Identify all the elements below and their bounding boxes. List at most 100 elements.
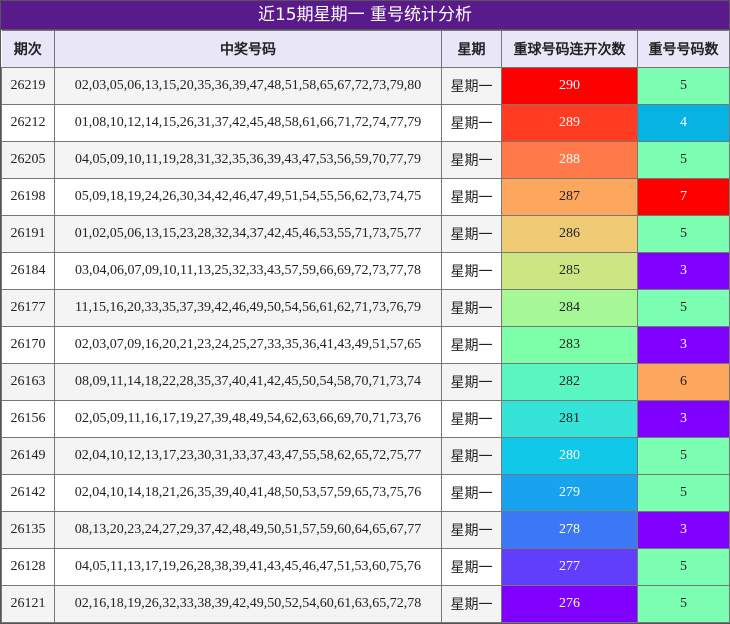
consecutive-count-cell: 278 <box>501 511 638 549</box>
repeat-count-cell: 5 <box>637 289 730 327</box>
consecutive-count-cell: 288 <box>501 141 638 179</box>
table-row: 26142 02,04,10,14,18,21,26,35,39,40,41,48… <box>1 474 730 512</box>
period-cell: 26128 <box>1 548 55 586</box>
winning-numbers-cell: 11,15,16,20,33,35,37,39,42,46,49,50,54,5… <box>54 289 442 327</box>
winning-numbers-cell: 02,03,05,06,13,15,20,35,36,39,47,48,51,5… <box>54 67 442 105</box>
weekday-cell: 星期一 <box>441 326 502 364</box>
weekday-cell: 星期一 <box>441 437 502 475</box>
weekday-cell: 星期一 <box>441 511 502 549</box>
weekday-cell: 星期一 <box>441 400 502 438</box>
consecutive-count-cell: 276 <box>501 585 638 623</box>
period-cell: 26156 <box>1 400 55 438</box>
consecutive-count-cell: 285 <box>501 252 638 290</box>
period-cell: 26163 <box>1 363 55 401</box>
header-consecutive: 重球号码连开次数 <box>501 30 638 68</box>
table-row: 26177 11,15,16,20,33,35,37,39,42,46,49,50… <box>1 289 730 327</box>
table-row: 26184 03,04,06,07,09,10,11,13,25,32,33,43… <box>1 252 730 290</box>
consecutive-count-cell: 283 <box>501 326 638 364</box>
consecutive-count-cell: 284 <box>501 289 638 327</box>
weekday-cell: 星期一 <box>441 363 502 401</box>
winning-numbers-cell: 02,16,18,19,26,32,33,38,39,42,49,50,52,5… <box>54 585 442 623</box>
header-repeat-count: 重号号码数 <box>637 30 730 68</box>
winning-numbers-cell: 02,04,10,12,13,17,23,30,31,33,37,43,47,5… <box>54 437 442 475</box>
table-row: 26198 05,09,18,19,24,26,30,34,42,46,47,49… <box>1 178 730 216</box>
table-row: 26205 04,05,09,10,11,19,28,31,32,35,36,39… <box>1 141 730 179</box>
repeat-count-cell: 5 <box>637 141 730 179</box>
period-cell: 26205 <box>1 141 55 179</box>
period-cell: 26191 <box>1 215 55 253</box>
consecutive-count-cell: 287 <box>501 178 638 216</box>
weekday-cell: 星期一 <box>441 104 502 142</box>
table-row: 26170 02,03,07,09,16,20,21,23,24,25,27,33… <box>1 326 730 364</box>
winning-numbers-cell: 05,09,18,19,24,26,30,34,42,46,47,49,51,5… <box>54 178 442 216</box>
repeat-count-cell: 3 <box>637 252 730 290</box>
winning-numbers-cell: 03,04,06,07,09,10,11,13,25,32,33,43,57,5… <box>54 252 442 290</box>
winning-numbers-cell: 02,04,10,14,18,21,26,35,39,40,41,48,50,5… <box>54 474 442 512</box>
stats-table: 期次 中奖号码 星期 重球号码连开次数 重号号码数 26219 02,03,05,… <box>1 30 730 623</box>
repeat-count-cell: 5 <box>637 474 730 512</box>
consecutive-count-cell: 281 <box>501 400 638 438</box>
table-row: 26212 01,08,10,12,14,15,26,31,37,42,45,48… <box>1 104 730 142</box>
repeat-count-cell: 5 <box>637 585 730 623</box>
table-row: 26219 02,03,05,06,13,15,20,35,36,39,47,48… <box>1 67 730 105</box>
period-cell: 26219 <box>1 67 55 105</box>
table-body: 26219 02,03,05,06,13,15,20,35,36,39,47,48… <box>1 67 730 623</box>
header-weekday: 星期 <box>441 30 502 68</box>
repeat-count-cell: 6 <box>637 363 730 401</box>
header-row: 期次 中奖号码 星期 重球号码连开次数 重号号码数 <box>1 30 730 68</box>
weekday-cell: 星期一 <box>441 215 502 253</box>
period-cell: 26177 <box>1 289 55 327</box>
weekday-cell: 星期一 <box>441 141 502 179</box>
winning-numbers-cell: 01,08,10,12,14,15,26,31,37,42,45,48,58,6… <box>54 104 442 142</box>
repeat-count-cell: 5 <box>637 548 730 586</box>
header-numbers: 中奖号码 <box>54 30 442 68</box>
period-cell: 26142 <box>1 474 55 512</box>
period-cell: 26184 <box>1 252 55 290</box>
consecutive-count-cell: 289 <box>501 104 638 142</box>
repeat-count-cell: 4 <box>637 104 730 142</box>
period-cell: 26135 <box>1 511 55 549</box>
consecutive-count-cell: 280 <box>501 437 638 475</box>
table-row: 26163 08,09,11,14,18,22,28,35,37,40,41,42… <box>1 363 730 401</box>
repeat-count-cell: 3 <box>637 326 730 364</box>
table-row: 26149 02,04,10,12,13,17,23,30,31,33,37,43… <box>1 437 730 475</box>
period-cell: 26212 <box>1 104 55 142</box>
winning-numbers-cell: 04,05,09,10,11,19,28,31,32,35,36,39,43,4… <box>54 141 442 179</box>
winning-numbers-cell: 02,05,09,11,16,17,19,27,39,48,49,54,62,6… <box>54 400 442 438</box>
winning-numbers-cell: 08,13,20,23,24,27,29,37,42,48,49,50,51,5… <box>54 511 442 549</box>
consecutive-count-cell: 286 <box>501 215 638 253</box>
stats-panel: 近15期星期一 重号统计分析 期次 中奖号码 星期 重球号码连开次数 重号号码数… <box>0 0 730 624</box>
repeat-count-cell: 3 <box>637 400 730 438</box>
repeat-count-cell: 5 <box>637 67 730 105</box>
table-row: 26121 02,16,18,19,26,32,33,38,39,42,49,50… <box>1 585 730 623</box>
repeat-count-cell: 5 <box>637 215 730 253</box>
weekday-cell: 星期一 <box>441 585 502 623</box>
table-title: 近15期星期一 重号统计分析 <box>1 1 729 30</box>
repeat-count-cell: 3 <box>637 511 730 549</box>
consecutive-count-cell: 282 <box>501 363 638 401</box>
weekday-cell: 星期一 <box>441 289 502 327</box>
consecutive-count-cell: 279 <box>501 474 638 512</box>
winning-numbers-cell: 02,03,07,09,16,20,21,23,24,25,27,33,35,3… <box>54 326 442 364</box>
winning-numbers-cell: 08,09,11,14,18,22,28,35,37,40,41,42,45,5… <box>54 363 442 401</box>
weekday-cell: 星期一 <box>441 178 502 216</box>
period-cell: 26170 <box>1 326 55 364</box>
weekday-cell: 星期一 <box>441 252 502 290</box>
table-row: 26128 04,05,11,13,17,19,26,28,38,39,41,43… <box>1 548 730 586</box>
table-row: 26156 02,05,09,11,16,17,19,27,39,48,49,54… <box>1 400 730 438</box>
weekday-cell: 星期一 <box>441 474 502 512</box>
period-cell: 26198 <box>1 178 55 216</box>
period-cell: 26149 <box>1 437 55 475</box>
table-row: 26135 08,13,20,23,24,27,29,37,42,48,49,50… <box>1 511 730 549</box>
repeat-count-cell: 5 <box>637 437 730 475</box>
repeat-count-cell: 7 <box>637 178 730 216</box>
consecutive-count-cell: 277 <box>501 548 638 586</box>
winning-numbers-cell: 04,05,11,13,17,19,26,28,38,39,41,43,45,4… <box>54 548 442 586</box>
header-period: 期次 <box>1 30 55 68</box>
period-cell: 26121 <box>1 585 55 623</box>
weekday-cell: 星期一 <box>441 67 502 105</box>
consecutive-count-cell: 290 <box>501 67 638 105</box>
winning-numbers-cell: 01,02,05,06,13,15,23,28,32,34,37,42,45,4… <box>54 215 442 253</box>
weekday-cell: 星期一 <box>441 548 502 586</box>
table-row: 26191 01,02,05,06,13,15,23,28,32,34,37,42… <box>1 215 730 253</box>
